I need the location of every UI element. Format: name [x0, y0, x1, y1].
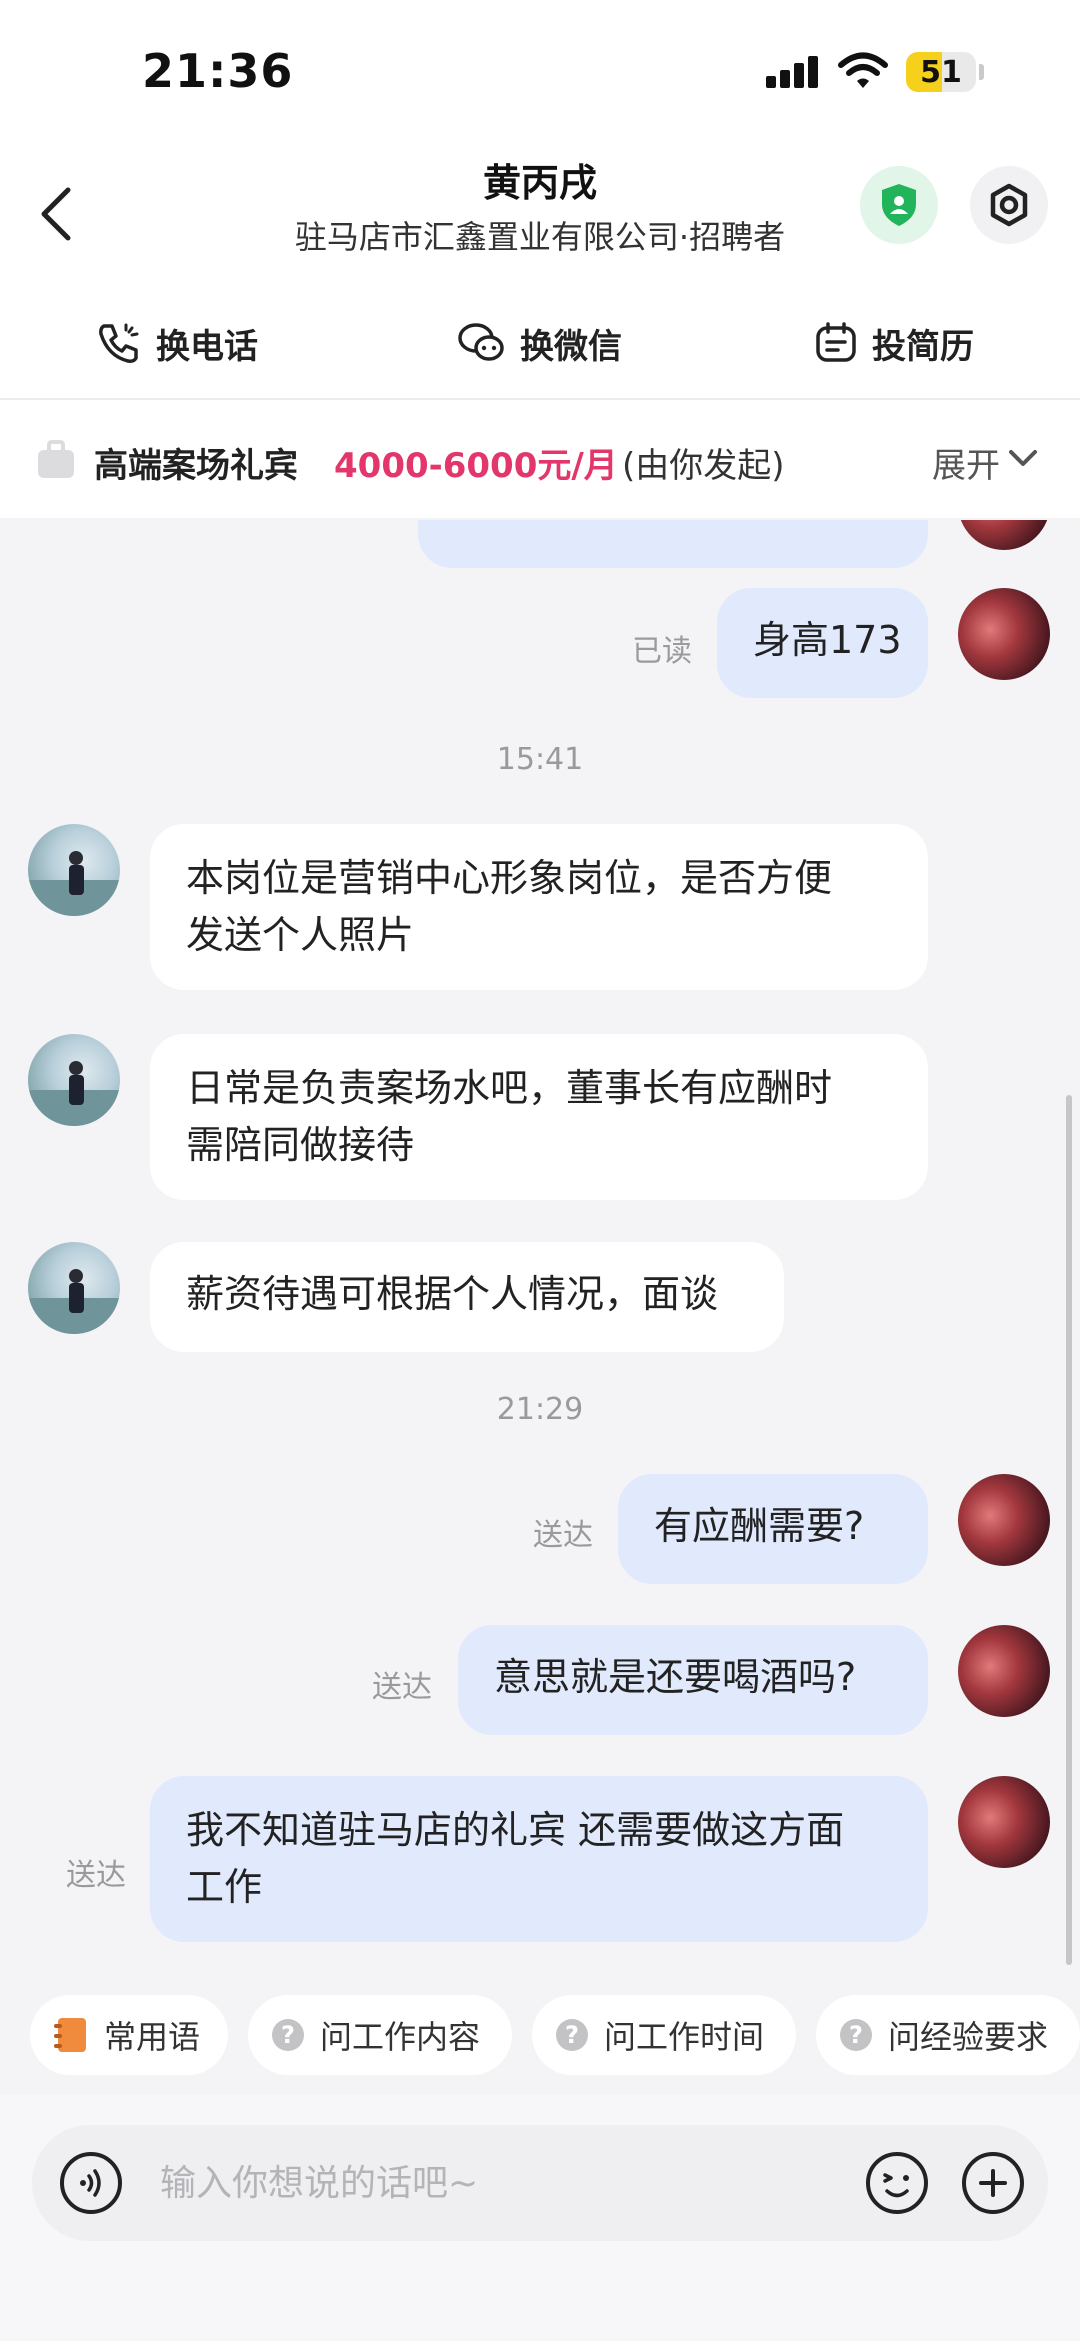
message-bubble-partial[interactable]	[418, 520, 928, 568]
message-text: 身高173	[753, 618, 902, 662]
message-text-line: 需陪同做接待	[186, 1123, 415, 1167]
recruiter-avatar[interactable]	[28, 1242, 120, 1334]
person-photo-icon	[28, 851, 120, 916]
composer-area	[0, 2095, 1080, 2341]
recruiter-avatar[interactable]	[28, 1034, 120, 1126]
question-icon: ?	[556, 2019, 588, 2051]
message-text-line: 本岗位是营销中心形象岗位，是否方便	[186, 856, 833, 900]
exchange-phone-button[interactable]: 换电话	[96, 308, 258, 378]
status-bar: 21:36 51	[0, 0, 1080, 140]
send-resume-label: 投简历	[872, 326, 974, 367]
read-receipt: 已读	[632, 634, 692, 669]
chevron-down-icon[interactable]	[1008, 448, 1038, 468]
message-bubble[interactable]: 有应酬需要?	[618, 1474, 928, 1584]
my-avatar[interactable]	[958, 1776, 1050, 1868]
my-avatar[interactable]	[958, 588, 1050, 680]
job-info-bar[interactable]: 高端案场礼宾 4000-6000元/月 (由你发起) 展开	[0, 400, 1080, 518]
battery-indicator: 51	[906, 52, 976, 92]
message-text: 薪资待遇可根据个人情况，面谈	[186, 1272, 719, 1316]
job-origin: (由你发起)	[622, 446, 785, 486]
my-avatar[interactable]	[958, 1474, 1050, 1566]
message-text-line: 我不知道驻马店的礼宾 还需要做这方面	[186, 1808, 845, 1852]
phone-icon	[99, 323, 139, 363]
wechat-icon	[458, 323, 504, 361]
question-icon: ?	[272, 2019, 304, 2051]
job-title: 高端案场礼宾	[94, 446, 298, 486]
message-bubble[interactable]: 本岗位是营销中心形象岗位，是否方便 发送个人照片	[150, 824, 928, 990]
chip-label: 问工作内容	[320, 2018, 481, 2056]
cellular-signal-icon	[766, 56, 818, 88]
verified-button[interactable]	[860, 166, 938, 244]
my-avatar[interactable]	[958, 1625, 1050, 1717]
delivered-receipt: 送达	[533, 1518, 593, 1553]
send-resume-button[interactable]: 投简历	[814, 308, 974, 378]
gear-icon	[990, 183, 1028, 227]
person-photo-icon	[28, 1061, 120, 1126]
resume-icon	[816, 322, 856, 362]
emoji-button[interactable]	[858, 2144, 936, 2222]
my-avatar[interactable]	[958, 520, 1050, 550]
message-text-line: 工作	[186, 1865, 263, 1909]
phrasebook-icon	[54, 2018, 86, 2052]
expand-button[interactable]: 展开	[932, 438, 1000, 487]
battery-tip	[979, 64, 984, 80]
more-button[interactable]	[954, 2144, 1032, 2222]
status-time: 21:36	[142, 44, 294, 98]
message-text: 有应酬需要?	[654, 1504, 865, 1548]
quick-reply-bar: 常用语 ? 问工作内容 ? 问工作时间 ? 问经验要求	[0, 1985, 1080, 2095]
quick-reply-experience[interactable]: ? 问经验要求	[816, 1995, 1080, 2075]
job-salary: 4000-6000元/月	[334, 446, 618, 486]
timestamp: 15:41	[496, 742, 584, 777]
exchange-phone-label: 换电话	[156, 326, 258, 367]
exchange-wechat-button[interactable]: 换微信	[456, 308, 622, 378]
chat-scrollbar[interactable]	[1066, 1095, 1072, 1965]
message-composer	[32, 2125, 1048, 2241]
question-icon: ?	[840, 2019, 872, 2051]
quick-reply-work-hours[interactable]: ? 问工作时间	[532, 1995, 796, 2075]
message-text-line: 发送个人照片	[186, 913, 415, 957]
wifi-icon	[838, 52, 888, 88]
message-text-line: 日常是负责案场水吧，董事长有应酬时	[186, 1066, 833, 1110]
voice-button[interactable]	[52, 2144, 130, 2222]
action-row: 换电话 换微信 投简历	[0, 290, 1080, 400]
message-text: 意思就是还要喝酒吗?	[494, 1655, 857, 1699]
delivered-receipt: 送达	[66, 1858, 126, 1893]
quick-reply-common-phrases[interactable]: 常用语	[30, 1995, 228, 2075]
quick-reply-job-content[interactable]: ? 问工作内容	[248, 1995, 512, 2075]
chip-label: 问经验要求	[888, 2018, 1049, 2056]
timestamp: 21:29	[496, 1392, 584, 1427]
message-input[interactable]	[160, 2153, 840, 2213]
chip-label: 常用语	[104, 2018, 201, 2056]
exchange-wechat-label: 换微信	[520, 326, 622, 367]
delivered-receipt: 送达	[372, 1670, 432, 1705]
chat-messages[interactable]: 已读 身高173 15:41 本岗位是营销中心形象岗位，是否方便 发送个人照片 …	[0, 520, 1080, 1968]
message-bubble[interactable]: 我不知道驻马店的礼宾 还需要做这方面 工作	[150, 1776, 928, 1942]
message-bubble[interactable]: 薪资待遇可根据个人情况，面谈	[150, 1242, 784, 1352]
recruiter-avatar[interactable]	[28, 824, 120, 916]
chip-label: 问工作时间	[604, 2018, 765, 2056]
battery-percent: 51	[920, 55, 962, 90]
settings-button[interactable]	[970, 166, 1048, 244]
briefcase-icon	[38, 440, 74, 478]
message-bubble[interactable]: 意思就是还要喝酒吗?	[458, 1625, 928, 1735]
shield-user-icon	[882, 184, 916, 226]
plus-icon	[962, 2152, 1024, 2214]
emoji-icon	[866, 2152, 928, 2214]
message-bubble[interactable]: 日常是负责案场水吧，董事长有应酬时 需陪同做接待	[150, 1034, 928, 1200]
person-photo-icon	[28, 1269, 120, 1334]
message-bubble[interactable]: 身高173	[717, 588, 928, 698]
chat-header: 黄丙戌 驻马店市汇鑫置业有限公司·招聘者	[0, 140, 1080, 290]
voice-icon	[60, 2152, 122, 2214]
